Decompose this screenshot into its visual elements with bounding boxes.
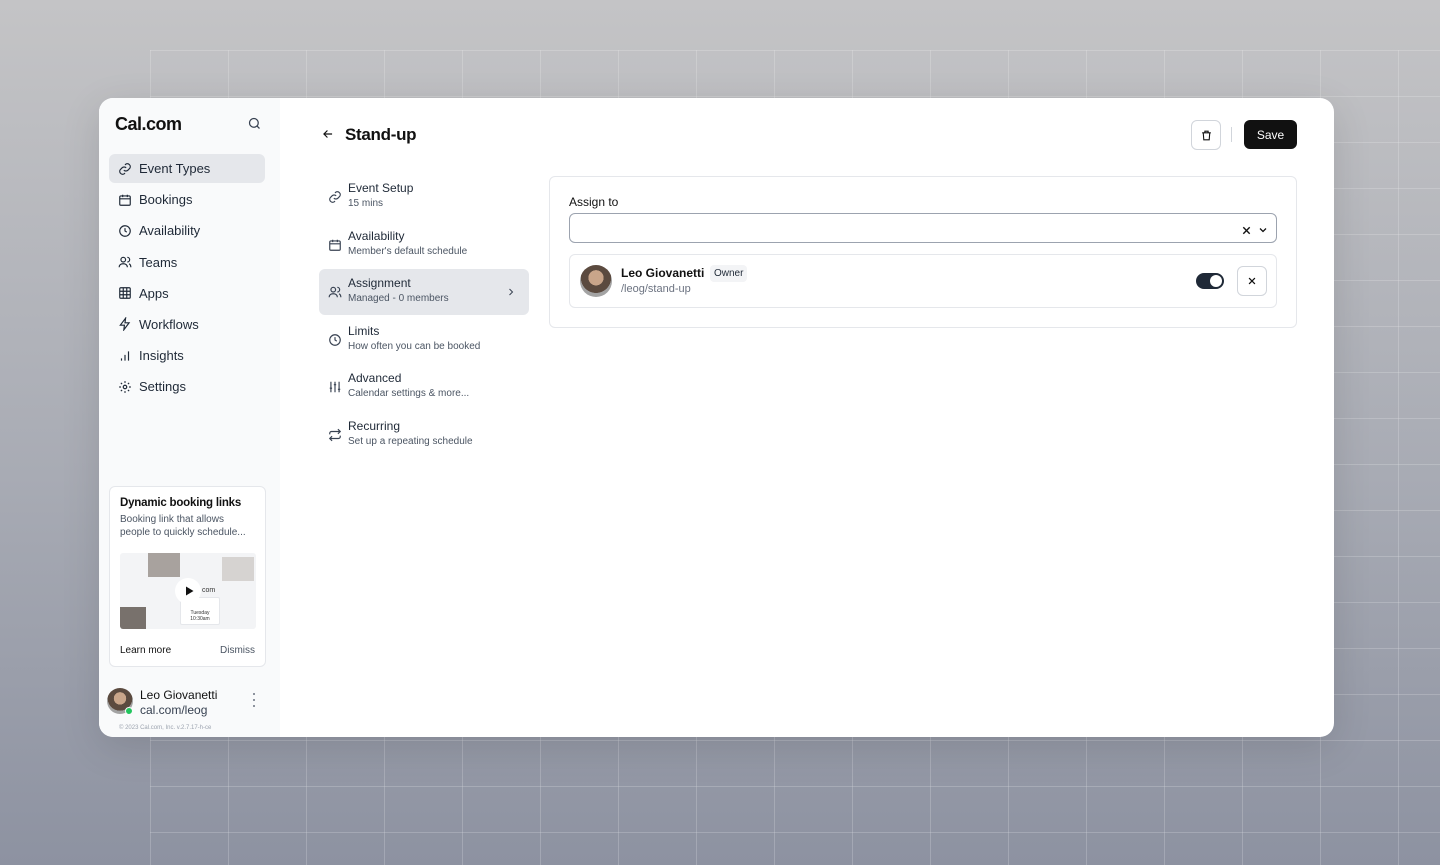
promo-description: Booking link that allows people to quick…	[120, 514, 246, 538]
tab-subtitle: Member's default schedule	[348, 245, 468, 257]
sidebar-item-label: Workflows	[139, 316, 199, 332]
avatar	[580, 265, 612, 297]
remove-member-button[interactable]	[1237, 266, 1267, 296]
zap-icon	[118, 317, 132, 332]
sidebar-item-label: Apps	[139, 285, 169, 301]
tab-subtitle: Managed - 0 members	[348, 293, 449, 305]
assign-to-label: Assign to	[569, 195, 619, 209]
calendar-icon	[118, 193, 132, 207]
promo-footer: Learn more Dismiss	[120, 645, 255, 656]
promo-title: Dynamic booking links	[120, 497, 242, 509]
assign-to-select[interactable]	[569, 213, 1277, 243]
sidebar-item-event-types[interactable]: Event Types	[109, 154, 265, 183]
search-icon[interactable]	[247, 116, 265, 134]
sidebar: Cal.com Event Types Bookings Availabilit…	[99, 98, 280, 737]
video-tile	[148, 553, 180, 577]
grid-icon	[118, 286, 132, 300]
user-profile[interactable]: Leo Giovanetti cal.com/leog	[107, 688, 267, 717]
tab-title: Event Setup	[348, 181, 414, 195]
video-time-text: 10:30am	[190, 616, 210, 622]
dismiss-button[interactable]: Dismiss	[220, 645, 255, 656]
clock-icon	[118, 224, 132, 238]
learn-more-link[interactable]: Learn more	[120, 645, 171, 656]
promo-video[interactable]: com Tuesday 10:30am	[120, 553, 256, 629]
chevron-right-icon	[505, 285, 517, 297]
online-status-indicator	[125, 707, 133, 715]
play-button[interactable]	[175, 578, 201, 604]
sidebar-item-bookings[interactable]: Bookings	[109, 185, 265, 214]
sidebar-item-apps[interactable]: Apps	[109, 279, 265, 308]
divider	[1231, 127, 1232, 142]
tab-recurring[interactable]: Recurring Set up a repeating schedule	[319, 412, 529, 458]
tab-assignment[interactable]: Assignment Managed - 0 members	[319, 269, 529, 316]
tab-title: Assignment	[348, 276, 411, 291]
clear-icon[interactable]	[1241, 223, 1252, 235]
member-path: /leog/stand-up	[621, 283, 691, 295]
sidebar-item-label: Event Types	[139, 161, 211, 176]
close-icon	[1248, 277, 1256, 285]
role-badge: Owner	[710, 265, 748, 282]
sidebar-item-insights[interactable]: Insights	[109, 341, 265, 370]
users-icon	[328, 285, 342, 299]
play-icon	[186, 586, 194, 596]
sidebar-nav: Event Types Bookings Availability Teams …	[109, 154, 265, 404]
tab-subtitle: Calendar settings & more...	[348, 388, 470, 400]
video-tile	[222, 557, 254, 581]
sidebar-item-label: Settings	[139, 379, 186, 395]
sidebar-item-settings[interactable]: Settings	[109, 372, 265, 401]
clock-icon	[328, 333, 342, 347]
sidebar-item-label: Insights	[139, 348, 184, 364]
copyright: © 2023 Cal.com, Inc. v.2.7.17-h-ce	[119, 725, 212, 731]
sidebar-item-label: Bookings	[139, 192, 193, 208]
tab-title: Availability	[348, 228, 405, 243]
member-name: Leo Giovanetti	[621, 266, 705, 280]
tab-subtitle: How often you can be booked	[348, 340, 481, 352]
chevron-down-icon[interactable]	[1257, 223, 1269, 235]
more-vertical-icon[interactable]	[252, 693, 256, 707]
repeat-icon	[328, 428, 342, 442]
sidebar-item-workflows[interactable]: Workflows	[109, 310, 265, 339]
user-handle: cal.com/leog	[140, 703, 208, 717]
tab-subtitle: Set up a repeating schedule	[348, 435, 473, 447]
tab-limits[interactable]: Limits How often you can be booked	[319, 317, 529, 363]
tab-title: Advanced	[348, 371, 402, 386]
tab-advanced[interactable]: Advanced Calendar settings & more...	[319, 364, 529, 410]
calendar-icon	[328, 238, 342, 252]
back-arrow-icon[interactable]	[321, 127, 335, 141]
logo[interactable]: Cal.com	[115, 114, 182, 135]
sidebar-item-availability[interactable]: Availability	[109, 216, 265, 245]
sidebar-item-label: Availability	[139, 223, 201, 239]
delete-button[interactable]	[1191, 120, 1221, 150]
app-window: Cal.com Event Types Bookings Availabilit…	[99, 98, 1334, 737]
sidebar-item-teams[interactable]: Teams	[109, 248, 265, 277]
link-icon	[118, 162, 132, 176]
users-icon	[118, 255, 132, 269]
member-row: Leo Giovanetti Owner /leog/stand-up	[569, 254, 1277, 308]
tab-title: Limits	[348, 323, 380, 338]
member-enabled-toggle[interactable]	[1196, 273, 1224, 289]
event-settings-nav: Event Setup 15 mins Availability Member'…	[319, 174, 529, 460]
video-brand-text: com	[202, 587, 216, 594]
trash-icon	[1201, 130, 1211, 140]
assignment-panel: Assign to Leo Giovanetti Owner /leog/sta…	[549, 176, 1297, 328]
sidebar-item-label: Teams	[139, 254, 178, 270]
video-tile	[120, 607, 146, 629]
link-icon	[328, 190, 342, 204]
tab-title: Recurring	[348, 418, 401, 433]
sliders-icon	[328, 380, 342, 394]
user-name: Leo Giovanetti	[140, 688, 218, 702]
gear-icon	[118, 380, 132, 394]
save-button[interactable]: Save	[1244, 120, 1297, 149]
promo-card: Dynamic booking links Booking link that …	[109, 486, 266, 667]
page-title: Stand-up	[345, 125, 417, 144]
tab-availability[interactable]: Availability Member's default schedule	[319, 222, 529, 268]
tab-event-setup[interactable]: Event Setup 15 mins	[319, 174, 529, 220]
tab-subtitle: 15 mins	[348, 198, 384, 209]
bar-chart-icon	[118, 349, 132, 363]
